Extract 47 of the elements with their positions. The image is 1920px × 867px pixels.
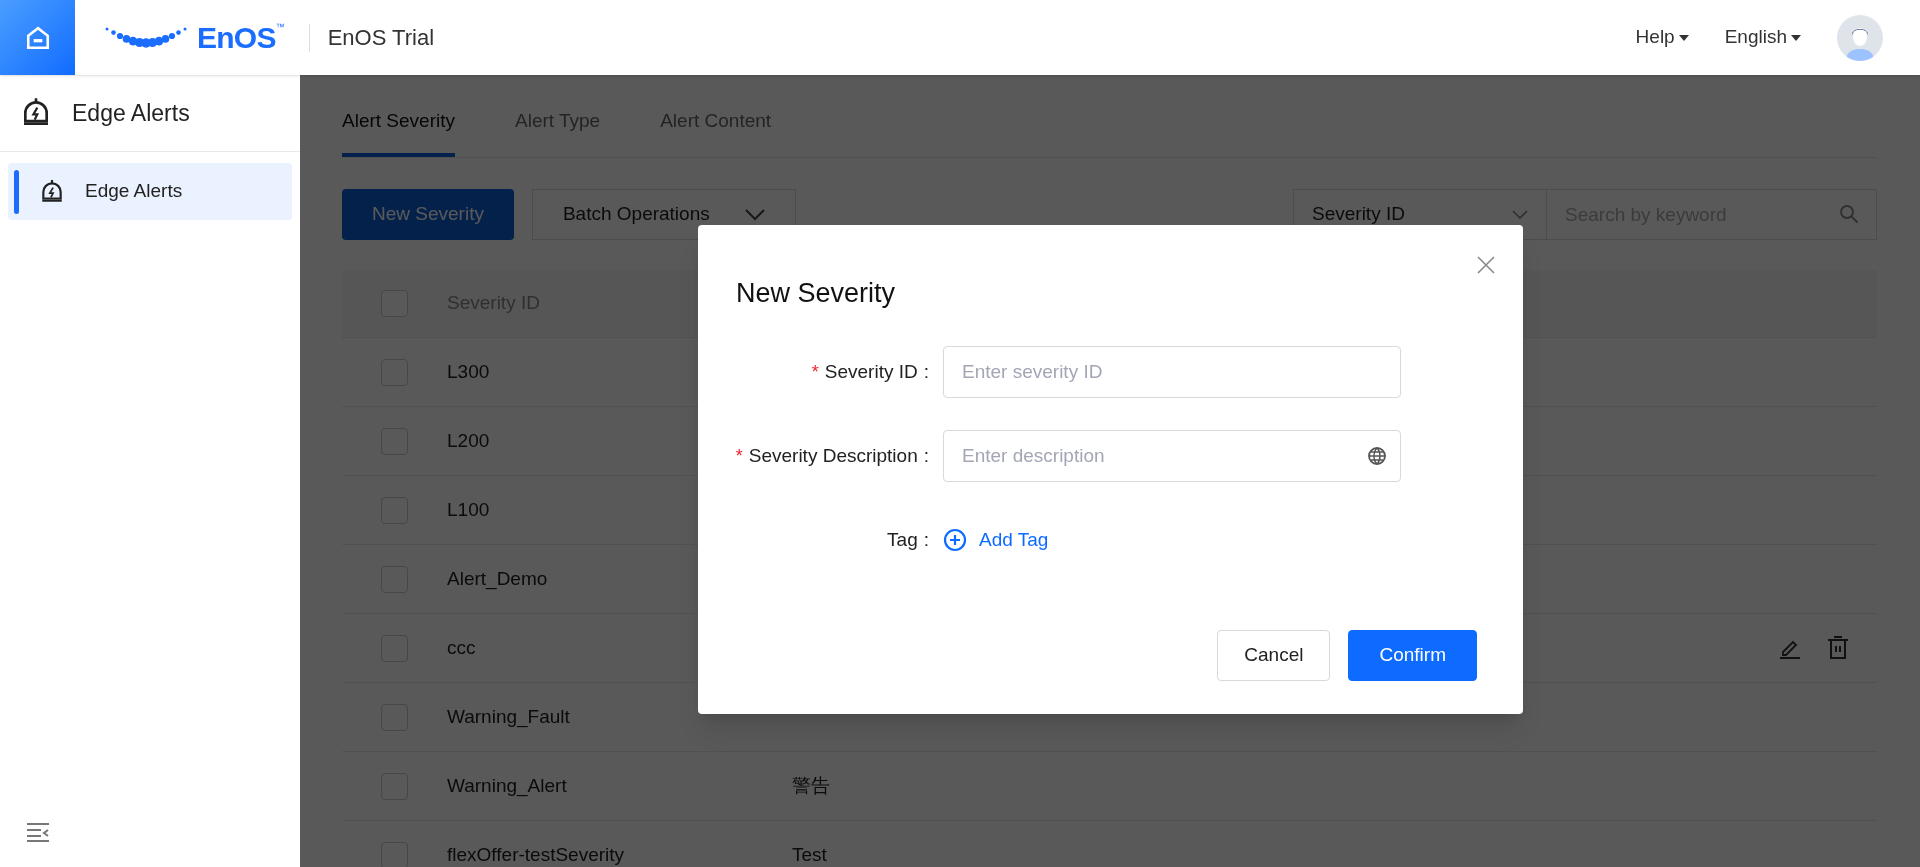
- trash-icon[interactable]: [1827, 636, 1849, 660]
- close-button[interactable]: [1476, 255, 1496, 275]
- home-button[interactable]: [0, 0, 75, 75]
- sidebar-item[interactable]: Edge Alerts: [8, 163, 292, 220]
- dialog-title: New Severity: [736, 277, 896, 310]
- table-cell: flexOffer-testSeverity: [447, 843, 625, 865]
- caret-icon: [1791, 34, 1801, 41]
- table-cell: ccc: [447, 636, 476, 658]
- menu-dropdown[interactable]: Help: [1635, 23, 1689, 52]
- chevron-down-icon: [744, 208, 765, 221]
- bell-icon: [39, 178, 65, 205]
- label-colon: :: [923, 443, 929, 468]
- required-mark: *: [811, 360, 819, 384]
- label-colon: :: [923, 359, 929, 384]
- chevron-down-icon: [1512, 209, 1528, 220]
- globe-icon[interactable]: [1367, 446, 1387, 466]
- collapse-menu-icon[interactable]: [26, 822, 50, 842]
- add-tag-link[interactable]: Add Tag: [943, 526, 1049, 555]
- cancel-button[interactable]: Cancel: [1217, 630, 1331, 681]
- table-cell: Alert_Demo: [447, 567, 548, 589]
- tab[interactable]: Alert Severity: [342, 106, 455, 157]
- table-cell: Warning_Alert: [447, 774, 567, 796]
- table-cell: L300: [447, 360, 490, 382]
- sidebar-title: Edge Alerts: [72, 98, 190, 128]
- table-cell: L200: [447, 429, 490, 451]
- menu-dropdown[interactable]: English: [1724, 23, 1801, 52]
- logo-text: EnOS: [197, 22, 276, 53]
- confirm-button[interactable]: Confirm: [1348, 630, 1477, 681]
- input-field[interactable]: Enter severity ID: [943, 346, 1401, 398]
- table-cell: Test: [792, 843, 827, 865]
- close-icon: [1476, 255, 1496, 275]
- caret-icon: [1678, 34, 1689, 41]
- home-icon: [24, 24, 51, 51]
- plus-circle-icon: [943, 528, 967, 553]
- label-colon: :: [923, 528, 929, 552]
- required-mark: *: [735, 444, 743, 468]
- field-label: Tag: [887, 528, 918, 552]
- user-avatar[interactable]: [1837, 14, 1883, 61]
- input-field[interactable]: Enter description: [943, 430, 1401, 482]
- trademark-mark: ™: [275, 22, 285, 32]
- app-name: EnOS Trial: [327, 24, 435, 52]
- table-cell: 警告: [792, 774, 830, 796]
- search-icon: [1839, 204, 1859, 224]
- table-cell: Warning_Fault: [447, 705, 570, 727]
- table-cell: L100: [447, 498, 490, 520]
- field-label: Severity ID: [824, 359, 918, 384]
- field-label: Severity Description: [748, 443, 918, 468]
